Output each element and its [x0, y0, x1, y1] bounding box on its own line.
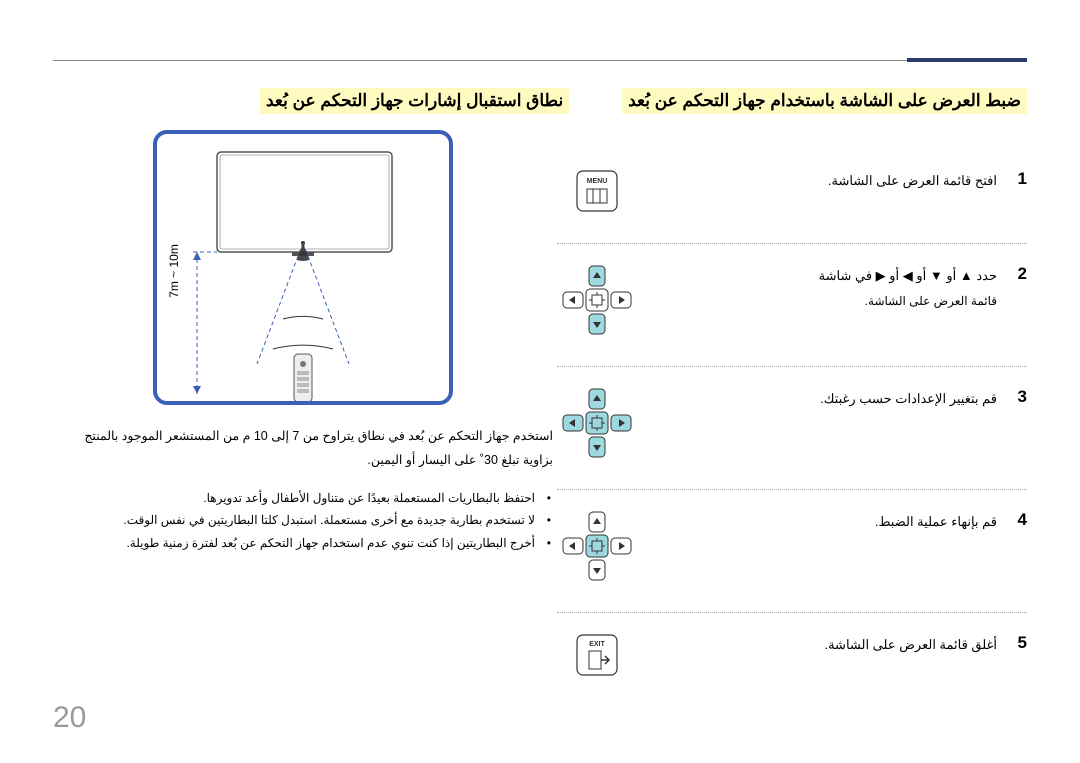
left-paragraph: استخدم جهاز التحكم عن بُعد في نطاق يتراو…	[53, 425, 553, 473]
svg-text:MENU: MENU	[587, 178, 608, 185]
step-row: 1 افتح قائمة العرض على الشاشة. MENU	[557, 169, 1027, 244]
step-number: 3	[997, 387, 1027, 407]
step-text-main: قم بتغيير الإعدادات حسب رغبتك.	[820, 391, 997, 406]
dpad-all-icon	[557, 387, 637, 459]
right-section-title: ضبط العرض على الشاشة باستخدام جهاز التحك…	[622, 88, 1027, 114]
step-number: 4	[997, 510, 1027, 530]
step-text: أغلق قائمة العرض على الشاشة.	[637, 633, 997, 656]
step-text-sub: قائمة العرض على الشاشة.	[637, 291, 997, 313]
header-accent	[907, 58, 1027, 62]
step-text: قم بإنهاء عملية الضبط.	[637, 510, 997, 533]
svg-text:EXIT: EXIT	[589, 641, 605, 648]
step-row: 4 قم بإنهاء عملية الضبط.	[557, 510, 1027, 613]
bullet-item: لا تستخدم بطارية جديدة مع أخرى مستعملة. …	[53, 509, 553, 532]
bullet-item: أخرج البطاريتين إذا كنت تنوي عدم استخدام…	[53, 532, 553, 555]
step-text-main: قم بإنهاء عملية الضبط.	[875, 514, 997, 529]
exit-button-icon: EXIT	[557, 633, 637, 677]
right-column: ضبط العرض على الشاشة باستخدام جهاز التحك…	[557, 88, 1027, 727]
step-number: 5	[997, 633, 1027, 653]
left-section-title: نطاق استقبال إشارات جهاز التحكم عن بُعد	[260, 88, 569, 114]
step-number: 1	[997, 169, 1027, 189]
header-divider	[53, 60, 1027, 61]
diagram-svg	[157, 134, 449, 401]
step-text-main: افتح قائمة العرض على الشاشة.	[828, 173, 997, 188]
left-column: 7m ~ 10m استخدم جهاز التحكم عن بُعد في ن…	[53, 130, 553, 555]
step-row: 5 أغلق قائمة العرض على الشاشة. EXIT	[557, 633, 1027, 707]
page-number: 20	[53, 701, 86, 735]
steps-list: 1 افتح قائمة العرض على الشاشة. MENU 2 حد…	[557, 169, 1027, 707]
step-text: افتح قائمة العرض على الشاشة.	[637, 169, 997, 192]
step-text-main: أغلق قائمة العرض على الشاشة.	[824, 637, 997, 652]
dpad-updown-icon	[557, 264, 637, 336]
dpad-center-icon	[557, 510, 637, 582]
bullet-item: احتفظ بالبطاريات المستعملة بعيدًا عن متن…	[53, 487, 553, 510]
step-row: 3 قم بتغيير الإعدادات حسب رغبتك.	[557, 387, 1027, 490]
step-text: قم بتغيير الإعدادات حسب رغبتك.	[637, 387, 997, 410]
step-text-main: حدد ▲ أو ▼ أو ◀ أو ▶ في شاشة	[819, 268, 997, 283]
step-row: 2 حدد ▲ أو ▼ أو ◀ أو ▶ في شاشة قائمة الع…	[557, 264, 1027, 367]
step-text: حدد ▲ أو ▼ أو ◀ أو ▶ في شاشة قائمة العرض…	[637, 264, 997, 313]
bullets-list: احتفظ بالبطاريات المستعملة بعيدًا عن متن…	[53, 487, 553, 555]
range-diagram: 7m ~ 10m	[153, 130, 453, 405]
distance-label: 7m ~ 10m	[167, 244, 181, 298]
step-number: 2	[997, 264, 1027, 284]
menu-button-icon: MENU	[557, 169, 637, 213]
